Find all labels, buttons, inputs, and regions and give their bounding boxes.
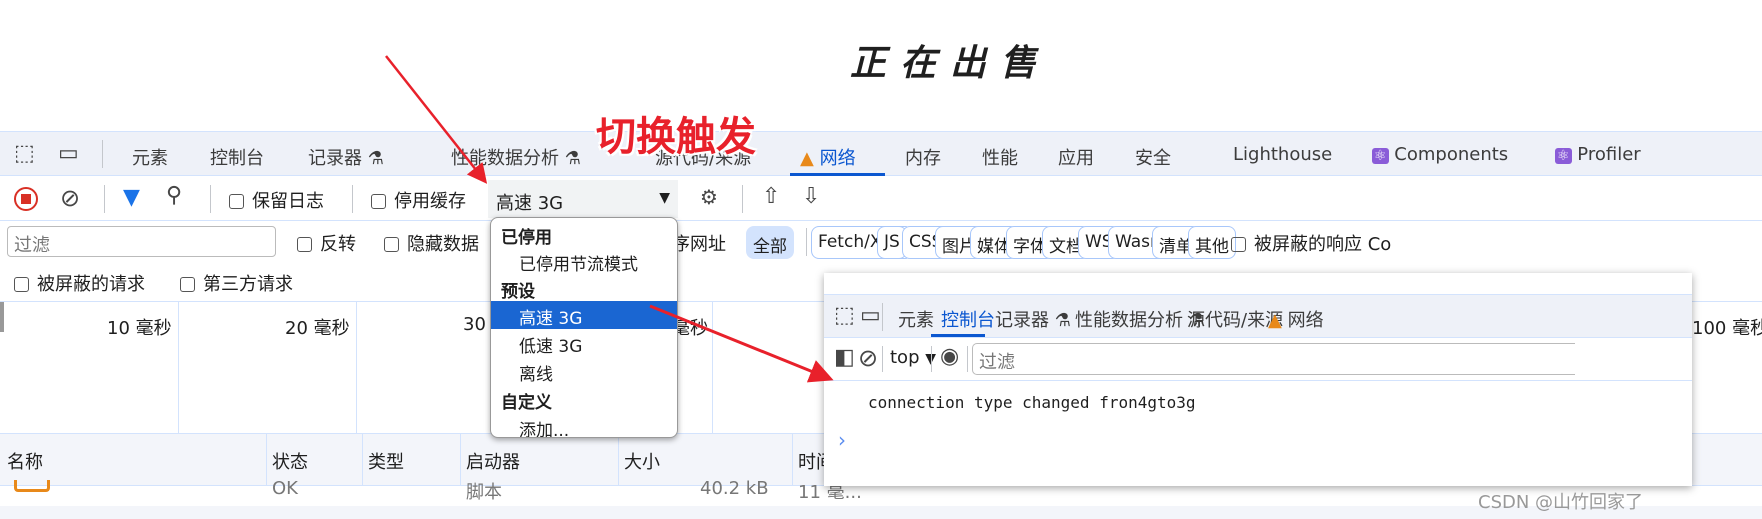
annotation-arrows (385, 55, 834, 383)
arrow-to-console-message (649, 304, 834, 383)
arrow-to-throttle-select (385, 55, 488, 184)
watermark: CSDN @山竹回家了 (1478, 492, 1644, 513)
